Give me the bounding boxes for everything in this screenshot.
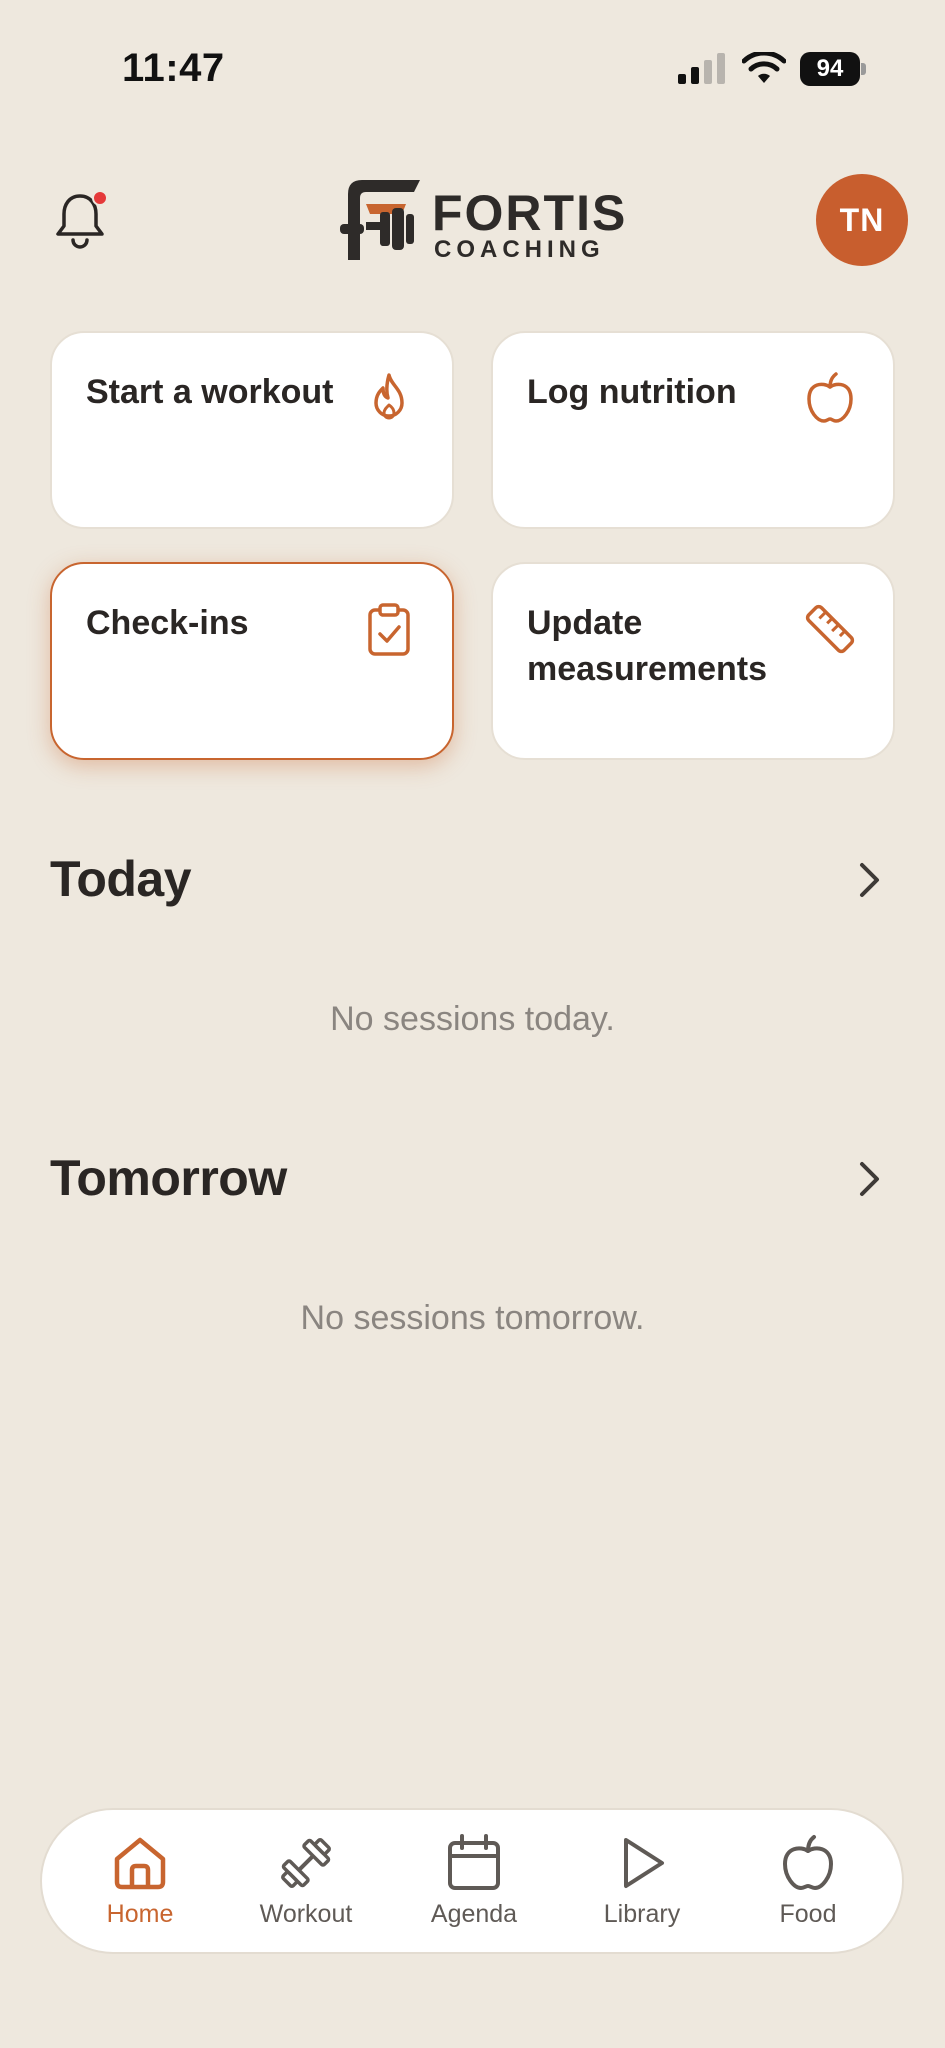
status-bar: 11:47 94 — [0, 0, 945, 120]
logo-title: FORTIS — [432, 185, 628, 241]
apple-icon — [783, 1835, 833, 1890]
status-time: 11:47 — [122, 46, 225, 90]
tab-label: Home — [106, 1900, 174, 1928]
battery-indicator: 94 — [800, 52, 866, 86]
clipboard-check-icon — [368, 603, 410, 656]
cellular-signal-icon — [678, 53, 725, 84]
user-avatar[interactable]: TN — [816, 174, 908, 266]
card-label: Check-ins — [86, 604, 249, 642]
dumbbell-icon — [281, 1838, 331, 1888]
check-ins-card[interactable]: Check-ins — [50, 562, 454, 760]
card-label: Update measurements — [527, 604, 768, 688]
battery-tip — [861, 63, 866, 75]
tab-label: Agenda — [430, 1900, 518, 1928]
tab-library[interactable]: Library — [572, 1832, 712, 1936]
tomorrow-empty-text: No sessions tomorrow. — [300, 1299, 645, 1337]
card-label: Start a workout — [86, 373, 334, 411]
flame-icon — [374, 373, 404, 420]
app-header: FORTIS COACHING TN — [0, 160, 945, 280]
notification-dot — [92, 190, 108, 206]
fortis-logo-mark — [340, 180, 420, 260]
tomorrow-chevron-right-icon[interactable] — [852, 1156, 886, 1202]
tab-home[interactable]: Home — [70, 1832, 210, 1936]
home-icon — [114, 1837, 166, 1890]
calendar-icon — [448, 1834, 500, 1890]
battery-level: 94 — [800, 52, 860, 86]
logo-subtitle: COACHING — [434, 236, 605, 263]
tab-label: Food — [779, 1900, 837, 1928]
start-workout-card[interactable]: Start a workout — [50, 331, 454, 529]
update-measurements-card[interactable]: Update measurements — [491, 562, 895, 760]
today-heading: Today — [50, 851, 192, 907]
bottom-tab-bar: Home Workout Agenda Library Food — [40, 1808, 904, 1954]
apple-icon — [807, 372, 853, 423]
tab-food[interactable]: Food — [738, 1832, 878, 1936]
fortis-logo: FORTIS COACHING — [336, 174, 625, 264]
today-chevron-right-icon[interactable] — [852, 857, 886, 903]
tab-label: Workout — [259, 1900, 353, 1928]
tab-workout[interactable]: Workout — [236, 1832, 376, 1936]
tab-agenda[interactable]: Agenda — [404, 1832, 544, 1936]
card-label: Log nutrition — [527, 373, 737, 411]
ruler-icon — [805, 604, 855, 654]
today-empty-text: No sessions today. — [330, 1000, 615, 1038]
wifi-icon — [742, 52, 786, 83]
tab-label: Library — [603, 1900, 681, 1928]
log-nutrition-card[interactable]: Log nutrition — [491, 331, 895, 529]
play-icon — [624, 1838, 664, 1888]
tomorrow-heading: Tomorrow — [50, 1150, 287, 1206]
